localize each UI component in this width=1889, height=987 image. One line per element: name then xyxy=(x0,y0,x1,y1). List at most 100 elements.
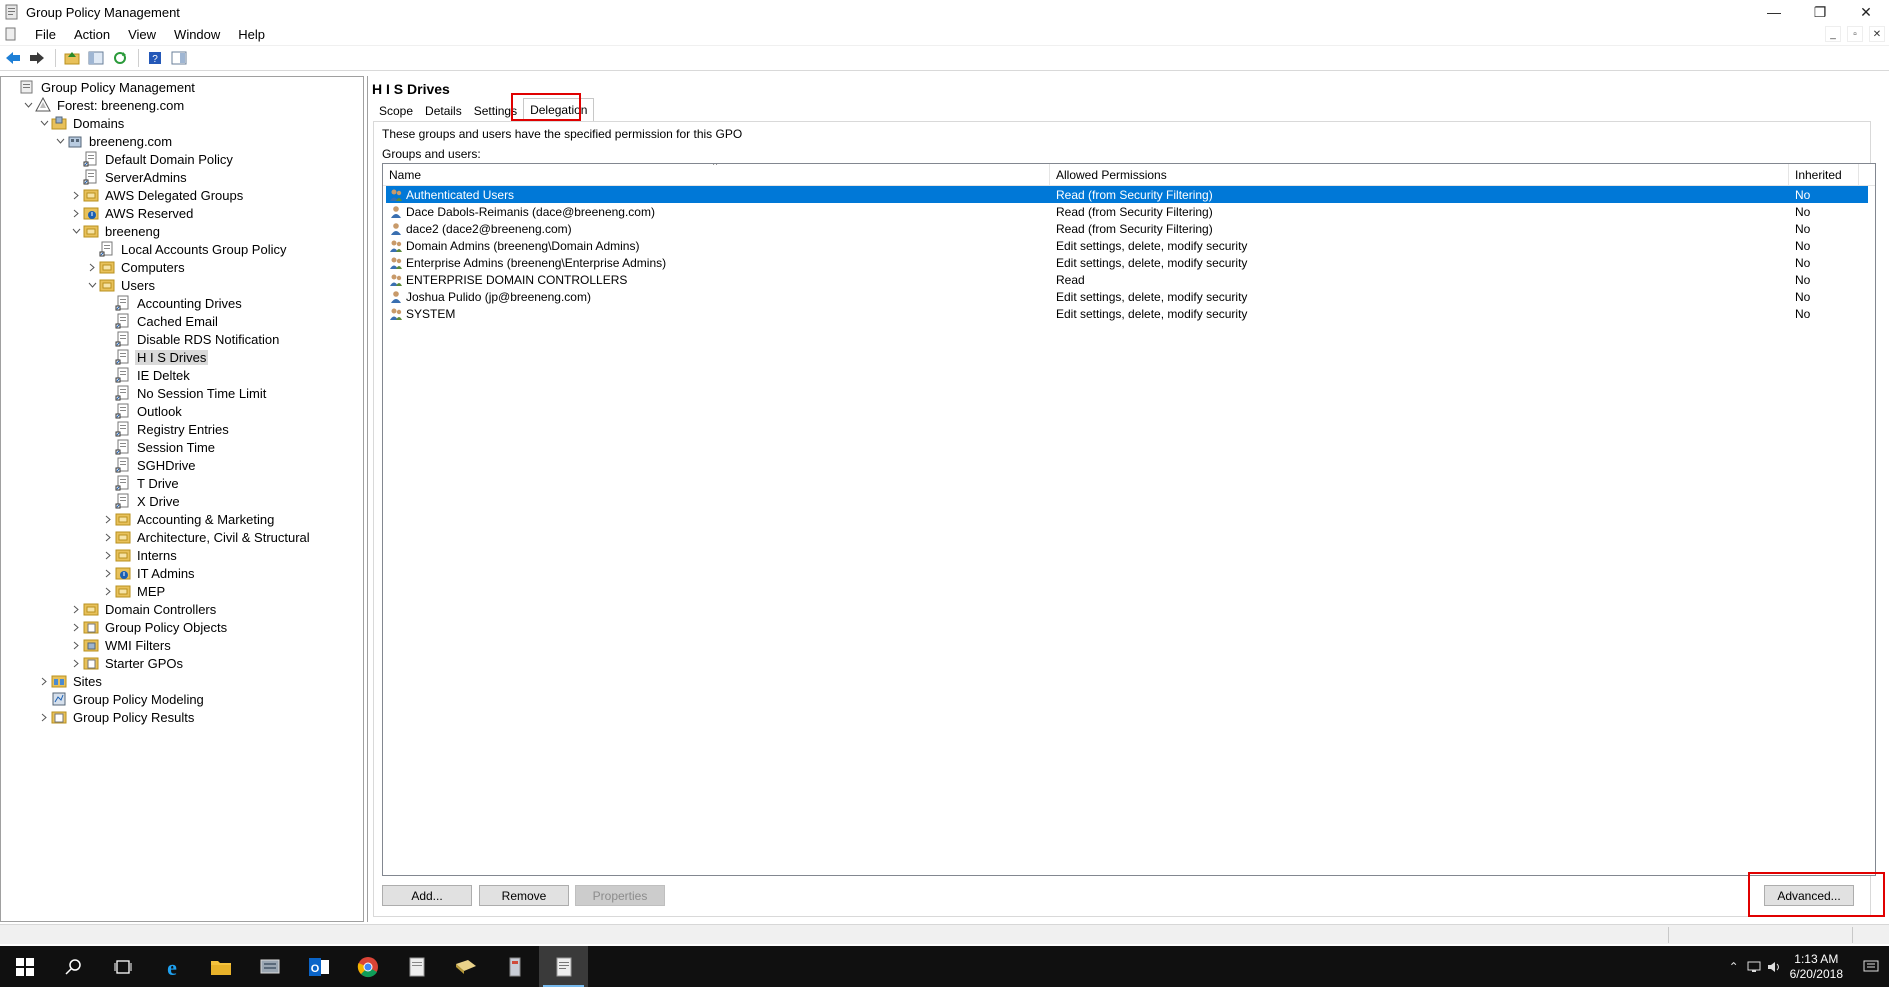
show-hide-tree-icon[interactable] xyxy=(85,47,107,69)
chevron-right-icon[interactable] xyxy=(37,672,51,690)
permission-row[interactable]: dace2 (dace2@breeneng.com) Read (from Sec… xyxy=(386,220,1868,237)
up-folder-icon[interactable] xyxy=(61,47,83,69)
chevron-right-icon[interactable] xyxy=(101,528,115,546)
chevron-down-icon[interactable] xyxy=(37,114,51,132)
console-tree[interactable]: Group Policy Management Forest: breeneng.… xyxy=(0,76,364,922)
taskbar-internet-explorer[interactable]: e xyxy=(147,946,196,987)
tree-node[interactable]: AWS Reserved xyxy=(1,204,363,222)
forward-icon[interactable] xyxy=(26,47,48,69)
tree-node[interactable]: Local Accounts Group Policy xyxy=(1,240,363,258)
clock[interactable]: 1:13 AM 6/20/2018 xyxy=(1790,952,1843,982)
tree-node[interactable]: Default Domain Policy xyxy=(1,150,363,168)
tree-node[interactable]: Computers xyxy=(1,258,363,276)
properties-button[interactable]: Properties xyxy=(575,885,665,906)
tree-node[interactable]: Users xyxy=(1,276,363,294)
tree-node[interactable]: Group Policy Results xyxy=(1,708,363,726)
tree-node[interactable]: Accounting Drives xyxy=(1,294,363,312)
tree-node[interactable]: Sites xyxy=(1,672,363,690)
permission-row[interactable]: ENTERPRISE DOMAIN CONTROLLERS Read No xyxy=(386,271,1868,288)
permission-row[interactable]: Dace Dabols-Reimanis (dace@breeneng.com)… xyxy=(386,203,1868,220)
taskbar-chrome[interactable] xyxy=(343,946,392,987)
tree-node[interactable]: Domains xyxy=(1,114,363,132)
tree-node[interactable]: H I S Drives xyxy=(1,348,363,366)
tree-node[interactable]: Forest: breeneng.com xyxy=(1,96,363,114)
permission-row[interactable]: Domain Admins (breeneng\Domain Admins) Ed… xyxy=(386,237,1868,254)
tree-node[interactable]: Outlook xyxy=(1,402,363,420)
chevron-right-icon[interactable] xyxy=(69,600,83,618)
tree-node[interactable]: Starter GPOs xyxy=(1,654,363,672)
volume-icon[interactable] xyxy=(1764,946,1784,987)
network-icon[interactable] xyxy=(1744,946,1764,987)
chevron-right-icon[interactable] xyxy=(69,654,83,672)
refresh-icon[interactable] xyxy=(109,47,131,69)
chevron-right-icon[interactable] xyxy=(69,186,83,204)
task-view-button[interactable] xyxy=(98,946,147,987)
tree-node[interactable]: Registry Entries xyxy=(1,420,363,438)
chevron-right-icon[interactable] xyxy=(101,546,115,564)
back-icon[interactable] xyxy=(2,47,24,69)
menu-help[interactable]: Help xyxy=(229,27,274,42)
chevron-down-icon[interactable] xyxy=(69,222,83,240)
tree-node[interactable]: No Session Time Limit xyxy=(1,384,363,402)
tree-node[interactable]: IT Admins xyxy=(1,564,363,582)
menu-file[interactable]: File xyxy=(26,27,65,42)
help-icon[interactable]: ? xyxy=(144,47,166,69)
remove-button[interactable]: Remove xyxy=(479,885,569,906)
tree-node[interactable]: WMI Filters xyxy=(1,636,363,654)
tab-details[interactable]: Details xyxy=(419,100,468,122)
tree-node[interactable]: Domain Controllers xyxy=(1,600,363,618)
show-hidden-icons-icon[interactable]: ⌃ xyxy=(1724,946,1744,987)
restore-button[interactable]: ❐ xyxy=(1797,0,1843,24)
tree-node[interactable]: ServerAdmins xyxy=(1,168,363,186)
permission-row[interactable]: Joshua Pulido (jp@breeneng.com) Edit sett… xyxy=(386,288,1868,305)
chevron-down-icon[interactable] xyxy=(21,96,35,114)
menu-action[interactable]: Action xyxy=(65,27,119,42)
chevron-right-icon[interactable] xyxy=(101,510,115,528)
tree-node[interactable]: SGHDrive xyxy=(1,456,363,474)
tree-node[interactable]: T Drive xyxy=(1,474,363,492)
chevron-right-icon[interactable] xyxy=(37,708,51,726)
permission-row[interactable]: Enterprise Admins (breeneng\Enterprise A… xyxy=(386,254,1868,271)
tree-node[interactable]: Interns xyxy=(1,546,363,564)
tree-node[interactable]: Group Policy Management xyxy=(1,78,363,96)
child-close-icon[interactable]: ✕ xyxy=(1869,26,1885,42)
tree-node[interactable]: MEP xyxy=(1,582,363,600)
tree-node[interactable]: Disable RDS Notification xyxy=(1,330,363,348)
properties-pane-icon[interactable] xyxy=(168,47,190,69)
document-icon[interactable] xyxy=(4,27,18,41)
taskbar-group-policy-management[interactable] xyxy=(539,946,588,987)
tree-node[interactable]: Cached Email xyxy=(1,312,363,330)
taskbar-registry-app[interactable] xyxy=(490,946,539,987)
menu-window[interactable]: Window xyxy=(165,27,229,42)
tree-node[interactable]: X Drive xyxy=(1,492,363,510)
chevron-right-icon[interactable] xyxy=(69,636,83,654)
column-header-permissions[interactable]: Allowed Permissions xyxy=(1050,164,1789,186)
permission-row[interactable]: SYSTEM Edit settings, delete, modify secu… xyxy=(386,305,1868,322)
add-button[interactable]: Add... xyxy=(382,885,472,906)
tree-node[interactable]: breeneng.com xyxy=(1,132,363,150)
tree-node[interactable]: Architecture, Civil & Structural xyxy=(1,528,363,546)
minimize-button[interactable]: — xyxy=(1751,0,1797,24)
chevron-right-icon[interactable] xyxy=(101,582,115,600)
taskbar-outlook[interactable]: O xyxy=(294,946,343,987)
chevron-right-icon[interactable] xyxy=(85,258,99,276)
permission-row[interactable]: Authenticated Users Read (from Security F… xyxy=(386,186,1868,203)
search-button[interactable] xyxy=(49,946,98,987)
action-center-icon[interactable] xyxy=(1853,946,1889,987)
tree-node[interactable]: Group Policy Modeling xyxy=(1,690,363,708)
close-button[interactable]: ✕ xyxy=(1843,0,1889,24)
chevron-down-icon[interactable] xyxy=(53,132,67,150)
child-minimize-icon[interactable]: _ xyxy=(1825,26,1841,42)
taskbar-notebook-app[interactable] xyxy=(441,946,490,987)
taskbar-file-explorer[interactable] xyxy=(196,946,245,987)
taskbar-document-app[interactable] xyxy=(392,946,441,987)
menu-view[interactable]: View xyxy=(119,27,165,42)
tree-node[interactable]: Group Policy Objects xyxy=(1,618,363,636)
chevron-right-icon[interactable] xyxy=(101,564,115,582)
tree-node[interactable]: AWS Delegated Groups xyxy=(1,186,363,204)
taskbar-server-manager[interactable] xyxy=(245,946,294,987)
column-header-inherited[interactable]: Inherited xyxy=(1789,164,1859,186)
chevron-down-icon[interactable] xyxy=(85,276,99,294)
chevron-right-icon[interactable] xyxy=(69,618,83,636)
tree-node[interactable]: Session Time xyxy=(1,438,363,456)
